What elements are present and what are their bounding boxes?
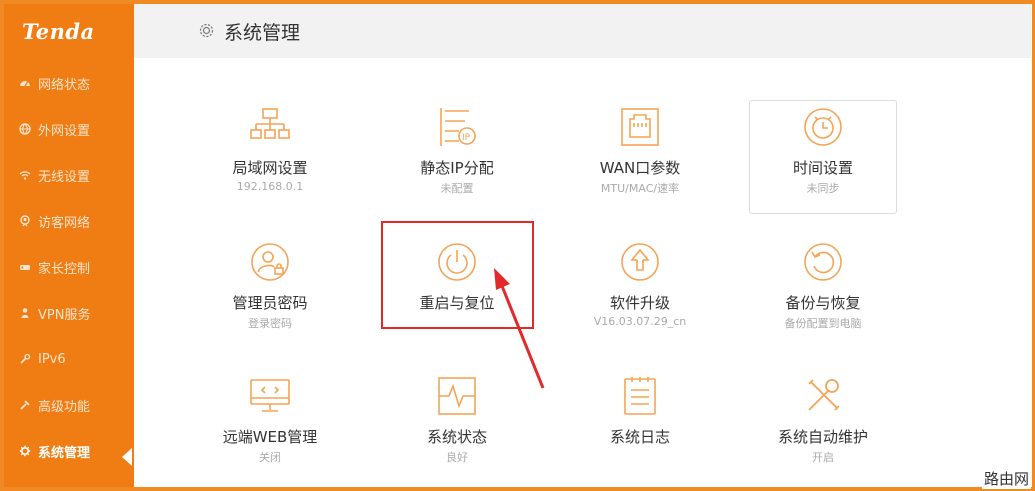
globe-icon [19, 123, 31, 135]
tile-label: 备份与恢复 [785, 294, 861, 312]
remote-monitor-icon [250, 379, 290, 412]
brand-logo: Tenda [22, 19, 95, 44]
guest-icon [19, 215, 31, 227]
maintenance-tools-icon [808, 379, 840, 411]
tile-label: 系统日志 [609, 428, 670, 446]
sidebar-item-advanced[interactable]: 高级功能 [4, 383, 134, 427]
gauge-icon [19, 77, 31, 89]
sidebar-item-label: 网络状态 [38, 77, 91, 93]
static-ip-icon: IP [440, 108, 476, 146]
tile-label: 管理员密码 [232, 294, 308, 312]
tools-icon [19, 399, 31, 411]
svg-text:IP: IP [462, 133, 471, 143]
tile-label: 时间设置 [792, 159, 853, 177]
wan-port-tile[interactable]: WAN口参数 MTU/MAC/速率 [566, 101, 714, 215]
tile-status: 备份配置到电脑 [784, 317, 862, 330]
system-log-tile[interactable]: 系统日志 [566, 370, 714, 484]
sidebar-item-label: 外网设置 [38, 123, 91, 139]
sidebar-item-label: 高级功能 [38, 399, 91, 415]
sidebar-item-vpn[interactable]: VPN服务 [4, 291, 134, 335]
admin-lock-icon [251, 243, 289, 281]
upgrade-icon [621, 243, 659, 281]
tile-status: 192.168.0.1 [236, 180, 304, 193]
admin-password-tile[interactable]: 管理员密码 登录密码 [196, 236, 344, 350]
sidebar-item-label: 家长控制 [38, 261, 91, 277]
gear-icon [19, 445, 31, 457]
sidebar-item-guest-network[interactable]: 访客网络 [4, 199, 134, 243]
tile-label: 远端WEB管理 [222, 428, 318, 446]
sidebar-item-system-management[interactable]: 系统管理 [4, 429, 134, 473]
tile-label: 局域网设置 [232, 159, 308, 177]
remote-web-management-tile[interactable]: 远端WEB管理 关闭 [196, 370, 344, 484]
gear-icon [199, 23, 214, 38]
log-list-icon [624, 377, 656, 415]
sidebar-item-label: 系统管理 [38, 445, 91, 461]
parental-icon [19, 261, 31, 273]
active-indicator [122, 448, 132, 466]
tile-label: 静态IP分配 [420, 159, 494, 177]
pulse-monitor-icon [438, 377, 476, 415]
wifi-icon [19, 169, 31, 181]
restore-icon [804, 243, 842, 281]
sidebar-item-network-status[interactable]: 网络状态 [4, 61, 134, 105]
time-settings-tile[interactable]: 时间设置 未同步 [749, 100, 897, 214]
tile-label: 系统状态 [426, 428, 487, 446]
sidebar-item-label: VPN服务 [38, 307, 91, 323]
sidebar-item-parental-control[interactable]: 家长控制 [4, 245, 134, 289]
sidebar-item-ipv6[interactable]: IPv6 [4, 337, 134, 381]
sidebar-item-label: IPv6 [38, 351, 66, 367]
tile-status: 关闭 [259, 451, 281, 464]
sidebar-item-label: 无线设置 [38, 169, 91, 185]
watermark: 路由网 [981, 468, 1031, 489]
wan-port-icon [621, 108, 659, 146]
alarm-clock-icon [804, 108, 842, 146]
tile-label: WAN口参数 [599, 159, 681, 177]
auto-maintenance-tile[interactable]: 系统自动维护 开启 [749, 370, 897, 484]
page-header: 系统管理 [134, 4, 1031, 58]
lan-icon [250, 108, 290, 139]
tile-label: 系统自动维护 [777, 428, 868, 446]
tile-status: V16.03.07.29_cn [593, 315, 687, 328]
sidebar-item-label: 访客网络 [38, 215, 91, 231]
tile-status: 良好 [446, 451, 468, 464]
tile-status: 开启 [812, 451, 834, 464]
tile-status: 未同步 [806, 182, 840, 195]
tile-status: 未配置 [440, 182, 474, 195]
firmware-upgrade-tile[interactable]: 软件升级 V16.03.07.29_cn [566, 236, 714, 350]
sidebar-item-wireless[interactable]: 无线设置 [4, 153, 134, 197]
page-title: 系统管理 [224, 22, 301, 44]
sidebar: Tenda 网络状态 外网设置 无线设置 访客网络 家长控制 VPN服务 IPv… [4, 4, 134, 487]
vpn-icon [19, 307, 31, 319]
tile-status: MTU/MAC/速率 [600, 182, 680, 195]
tile-status: 登录密码 [248, 317, 292, 330]
sidebar-item-wan-settings[interactable]: 外网设置 [4, 107, 134, 151]
static-ip-tile[interactable]: IP 静态IP分配 未配置 [383, 101, 531, 215]
annotation-arrow [494, 268, 545, 389]
backup-restore-tile[interactable]: 备份与恢复 备份配置到电脑 [749, 236, 897, 350]
tile-label: 软件升级 [609, 294, 670, 312]
wrench-icon [19, 353, 31, 365]
lan-settings-tile[interactable]: 局域网设置 192.168.0.1 [196, 101, 344, 215]
